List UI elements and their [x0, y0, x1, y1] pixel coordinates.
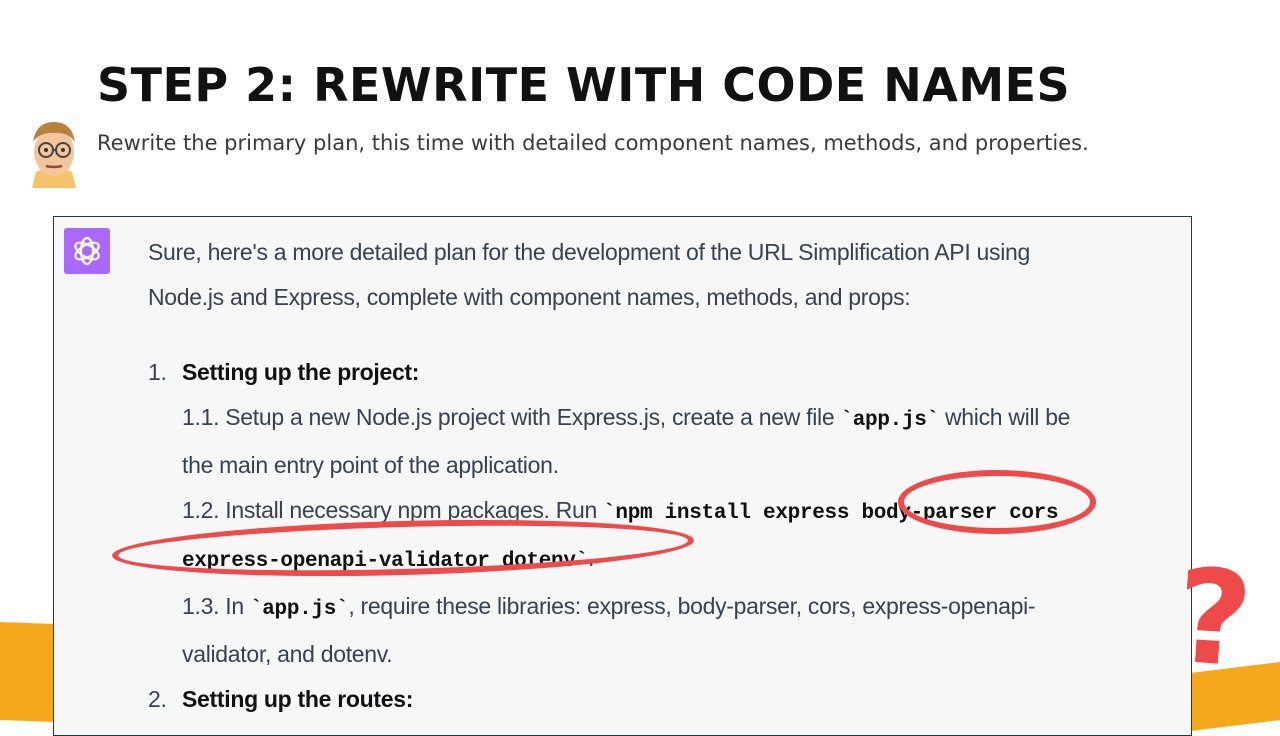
sub-step: 1.1. Setup a new Node.js project with Ex… — [182, 404, 1071, 432]
list-title: Setting up the routes: — [182, 686, 414, 712]
list-number: 2. — [148, 686, 167, 712]
slide-title: STEP 2: REWRITE WITH CODE NAMES — [97, 58, 1071, 112]
inline-code: `app.js` — [249, 598, 349, 621]
list-number: 1. — [148, 359, 167, 385]
orange-accent-left — [0, 622, 60, 723]
question-mark-icon: ? — [1170, 539, 1257, 697]
openai-logo-icon — [64, 228, 110, 274]
sub-step: validator, and dotenv. — [182, 641, 393, 667]
list-item: 1. Setting up the project: — [148, 350, 1163, 395]
highlight-oval-body-parser — [898, 470, 1096, 534]
slide-subtitle: Rewrite the primary plan, this time with… — [97, 131, 1089, 155]
intro-line: Node.js and Express, complete with compo… — [148, 284, 911, 310]
list-title: Setting up the project: — [182, 359, 420, 385]
list-item: 2. Setting up the routes: — [148, 677, 1163, 722]
sub-step: 1.3. In `app.js`, require these librarie… — [182, 593, 1036, 621]
inline-code: `app.js` — [840, 409, 939, 432]
intro-line: Sure, here's a more detailed plan for th… — [148, 239, 1031, 265]
avatar — [32, 122, 76, 188]
